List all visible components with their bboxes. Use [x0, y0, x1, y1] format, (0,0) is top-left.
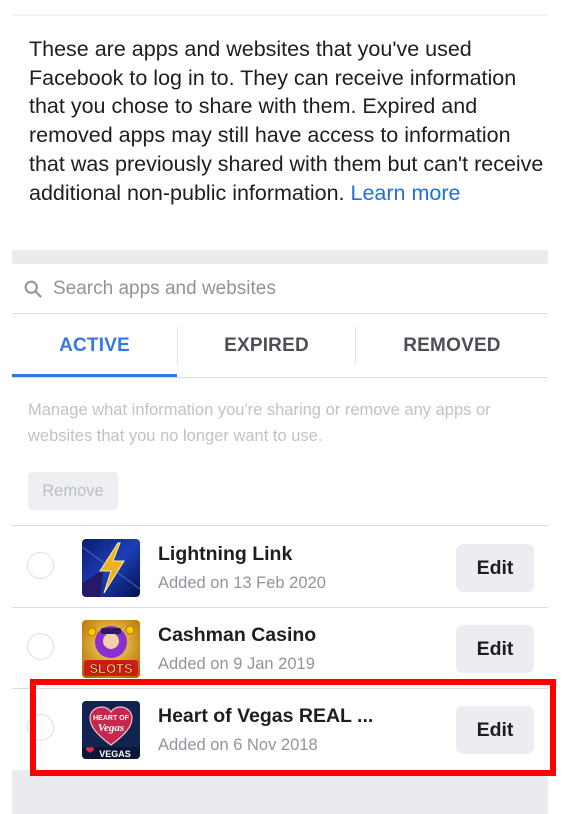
tab-expired[interactable]: EXPIRED — [178, 315, 355, 377]
search-icon — [24, 280, 42, 298]
list-divider — [12, 525, 548, 526]
intro-description: These are apps and websites that you've … — [29, 37, 544, 205]
tab-active[interactable]: ACTIVE — [12, 315, 177, 377]
top-divider — [12, 14, 548, 16]
search-input[interactable] — [53, 274, 533, 304]
app-added-date: Added on 9 Jan 2019 — [158, 655, 315, 673]
app-row-cashman-casino[interactable]: SLOTS Cashman Casino Added on 9 Jan 2019… — [12, 608, 548, 688]
app-name: Cashman Casino — [158, 624, 317, 646]
learn-more-link[interactable]: Learn more — [351, 181, 461, 205]
section-separator — [12, 250, 548, 264]
select-radio[interactable] — [27, 633, 54, 660]
tab-removed[interactable]: REMOVED — [356, 315, 548, 377]
manage-description: Manage what information you're sharing o… — [28, 401, 491, 445]
app-name: Lightning Link — [158, 543, 293, 565]
remove-button[interactable]: Remove — [28, 472, 118, 510]
tabs-divider — [12, 377, 548, 378]
edit-button[interactable]: Edit — [456, 625, 534, 673]
lightning-link-app-icon — [82, 539, 140, 597]
highlight-box — [30, 679, 556, 776]
search-bar[interactable] — [12, 264, 548, 313]
edit-button[interactable]: Edit — [456, 544, 534, 592]
bottom-separator — [12, 770, 548, 814]
tab-bar: ACTIVE EXPIRED REMOVED — [12, 315, 548, 377]
search-divider — [12, 313, 548, 314]
select-radio[interactable] — [27, 552, 54, 579]
cashman-casino-app-icon: SLOTS — [82, 620, 140, 678]
app-added-date: Added on 13 Feb 2020 — [158, 574, 326, 592]
intro-text: These are apps and websites that you've … — [29, 35, 544, 207]
cashman-icon-text: SLOTS — [89, 661, 133, 676]
app-row-lightning-link[interactable]: Lightning Link Added on 13 Feb 2020 Edit — [12, 527, 548, 607]
